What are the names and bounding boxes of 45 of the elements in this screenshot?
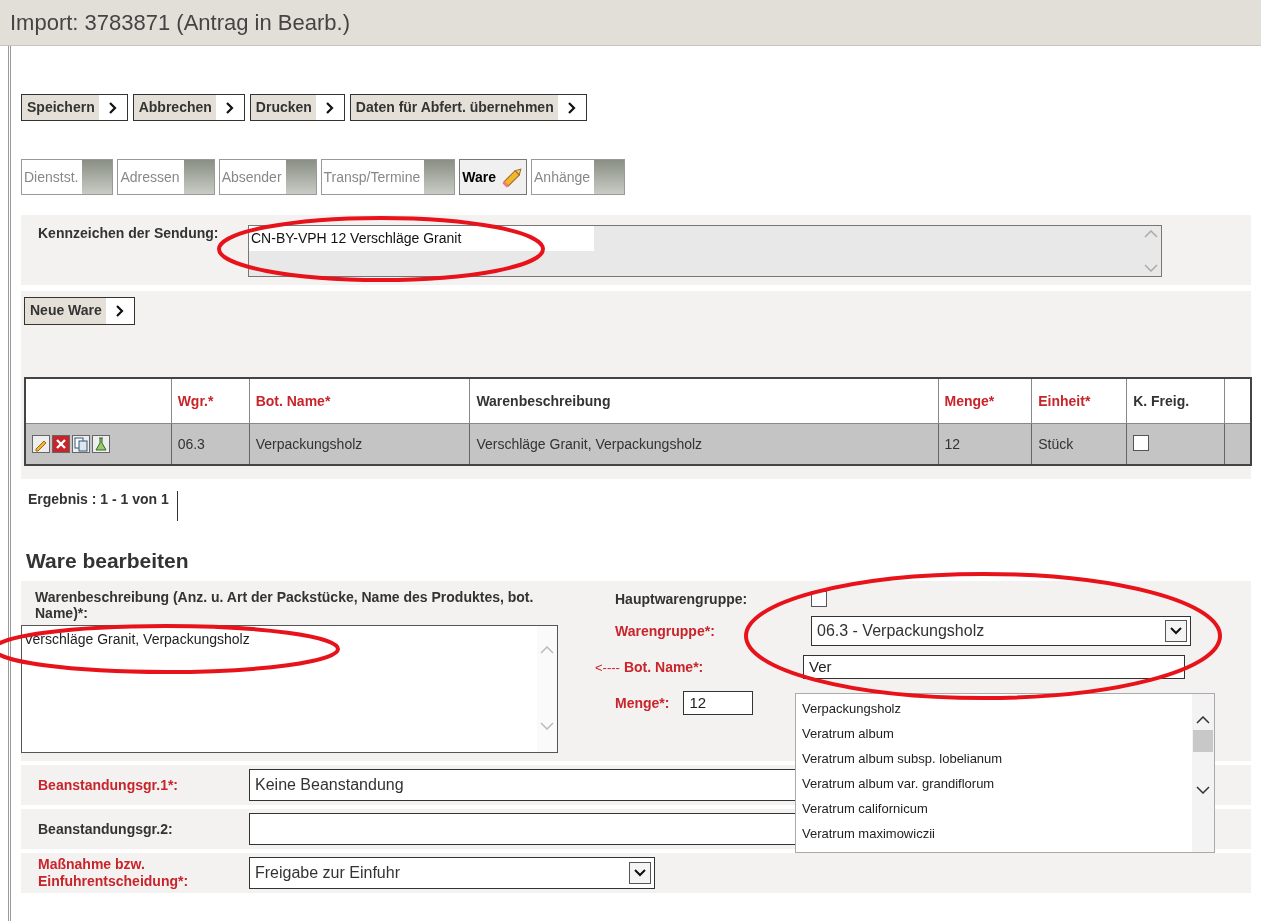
suggestion-item[interactable]: Verpackungsholz xyxy=(796,696,1192,721)
field-label: Warenbeschreibung (Anz. u. Art der Packstücke, Name des Produktes, bot. Name)*: xyxy=(34,589,535,621)
bot-name-field[interactable]: Ver xyxy=(803,655,1185,679)
section-heading: Ware bearbeiten xyxy=(26,549,190,573)
tab[interactable]: Transp/Termine xyxy=(320,159,456,195)
field-label: Hauptwarengruppe: xyxy=(615,591,749,607)
tab[interactable]: Anhänge xyxy=(531,159,626,195)
column-header: Einheit* xyxy=(1031,378,1127,424)
suggestion-item[interactable]: Veratrum album subsp. lobelianum xyxy=(796,746,1192,771)
arrow-text: <---- xyxy=(595,659,620,675)
pagination-text: Ergebnis : 1 - 1 von 1 xyxy=(28,491,169,509)
field-label: Beanstandungsgr.2: xyxy=(38,820,174,838)
tab[interactable]: Adressen xyxy=(117,159,215,195)
action-button[interactable]: Daten für Abfert. übernehmen xyxy=(349,94,587,121)
group-select[interactable]: 06.3 - Verpackungsholz xyxy=(811,616,1191,646)
column-header: K. Freig. xyxy=(1126,378,1225,424)
suggestion-item[interactable]: Veratrum maximowiczii xyxy=(796,821,1192,846)
field-label: Menge*: xyxy=(615,695,670,711)
tab[interactable]: Ware xyxy=(459,159,528,195)
quantity-field[interactable]: 12 xyxy=(683,691,754,715)
table-cell: Stück xyxy=(1031,423,1127,465)
shipment-field[interactable]: CN-BY-VPH 12 Verschläge Granit xyxy=(248,225,1162,277)
tab[interactable]: Absender xyxy=(218,159,317,195)
column-header: Bot. Name* xyxy=(249,378,470,424)
column-header: Menge* xyxy=(938,378,1032,424)
field-label: Beanstandungsgr.1*: xyxy=(38,776,180,794)
field-label: Warengruppe*: xyxy=(615,623,716,639)
column-header: Wgr.* xyxy=(171,378,250,424)
window-title: Import: 3783871 (Antrag in Bearb.) xyxy=(10,9,350,36)
description-field[interactable]: Verschläge Granit, Verpackungsholz xyxy=(21,625,558,753)
tab[interactable]: Dienstst. xyxy=(21,159,114,195)
table-cell: Verschläge Granit, Verpackungsholz xyxy=(469,423,939,465)
action-button[interactable]: Drucken xyxy=(249,94,345,121)
new-item-button[interactable]: Neue Ware xyxy=(24,297,135,325)
field-label: Kennzeichen der Sendung: xyxy=(38,225,220,241)
table-cell: 06.3 xyxy=(171,423,250,465)
field-label: Bot. Name*: xyxy=(623,659,705,675)
action-button[interactable]: Abbrechen xyxy=(132,94,245,121)
select-field[interactable]: Freigabe zur Einfuhr xyxy=(249,857,655,889)
field-label: Maßnahme bzw. Einfuhrentscheidung*: xyxy=(38,856,190,890)
action-button[interactable]: Speichern xyxy=(21,94,128,121)
suggestion-item[interactable]: Veratrum album xyxy=(796,721,1192,746)
table-cell: 12 xyxy=(938,423,1032,465)
column-header: Warenbeschreibung xyxy=(469,378,939,424)
table-cell: Verpackungsholz xyxy=(249,423,470,465)
